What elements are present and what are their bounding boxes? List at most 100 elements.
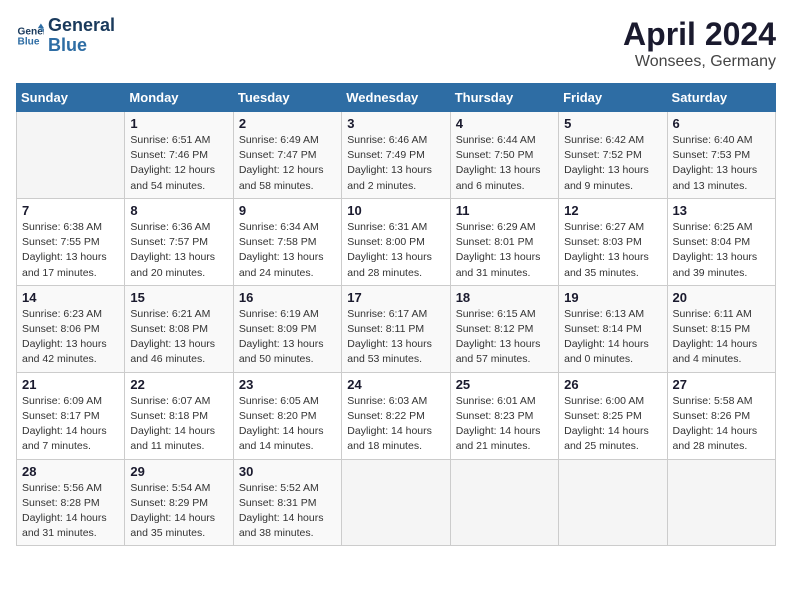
calendar-table: SundayMondayTuesdayWednesdayThursdayFrid… xyxy=(16,83,776,546)
day-cell: 9 Sunrise: 6:34 AM Sunset: 7:58 PM Daylig… xyxy=(233,198,341,285)
day-number: 26 xyxy=(564,377,661,392)
day-cell: 30 Sunrise: 5:52 AM Sunset: 8:31 PM Dayli… xyxy=(233,459,341,546)
day-cell: 20Sunrise: 6:11 AM Sunset: 8:15 PM Dayli… xyxy=(667,285,775,372)
day-cell: 18 Sunrise: 6:15 AM Sunset: 8:12 PM Dayli… xyxy=(450,285,558,372)
day-info: Sunrise: 6:44 AM Sunset: 7:50 PM Dayligh… xyxy=(456,133,553,194)
day-cell: 27 Sunrise: 5:58 AM Sunset: 8:26 PM Dayli… xyxy=(667,372,775,459)
header-row: SundayMondayTuesdayWednesdayThursdayFrid… xyxy=(17,84,776,112)
week-row-1: 1 Sunrise: 6:51 AM Sunset: 7:46 PM Daylig… xyxy=(17,112,776,199)
day-number: 8 xyxy=(130,203,227,218)
day-number: 29 xyxy=(130,464,227,479)
day-info: Sunrise: 6:27 AM Sunset: 8:03 PM Dayligh… xyxy=(564,220,661,281)
calendar-title: April 2024 xyxy=(623,16,776,53)
day-cell: 25Sunrise: 6:01 AM Sunset: 8:23 PM Dayli… xyxy=(450,372,558,459)
day-number: 28 xyxy=(22,464,119,479)
day-number: 15 xyxy=(130,290,227,305)
svg-text:Blue: Blue xyxy=(18,36,40,47)
day-info: Sunrise: 5:54 AM Sunset: 8:29 PM Dayligh… xyxy=(130,481,227,542)
day-info: Sunrise: 6:00 AM Sunset: 8:25 PM Dayligh… xyxy=(564,394,661,455)
day-number: 17 xyxy=(347,290,444,305)
day-number: 22 xyxy=(130,377,227,392)
day-info: Sunrise: 6:21 AM Sunset: 8:08 PM Dayligh… xyxy=(130,307,227,368)
day-number: 3 xyxy=(347,116,444,131)
day-info: Sunrise: 6:17 AM Sunset: 8:11 PM Dayligh… xyxy=(347,307,444,368)
day-cell: 7 Sunrise: 6:38 AM Sunset: 7:55 PM Daylig… xyxy=(17,198,125,285)
calendar-subtitle: Wonsees, Germany xyxy=(623,53,776,71)
day-number: 7 xyxy=(22,203,119,218)
title-block: April 2024 Wonsees, Germany xyxy=(623,16,776,71)
day-cell xyxy=(450,459,558,546)
day-cell: 4 Sunrise: 6:44 AM Sunset: 7:50 PM Daylig… xyxy=(450,112,558,199)
day-cell: 6Sunrise: 6:40 AM Sunset: 7:53 PM Daylig… xyxy=(667,112,775,199)
header-tuesday: Tuesday xyxy=(233,84,341,112)
day-cell xyxy=(667,459,775,546)
week-row-3: 14 Sunrise: 6:23 AM Sunset: 8:06 PM Dayli… xyxy=(17,285,776,372)
day-number: 16 xyxy=(239,290,336,305)
day-cell xyxy=(17,112,125,199)
day-cell xyxy=(559,459,667,546)
day-number: 9 xyxy=(239,203,336,218)
day-cell: 1 Sunrise: 6:51 AM Sunset: 7:46 PM Daylig… xyxy=(125,112,233,199)
logo-text-line1: General xyxy=(48,16,115,36)
week-row-5: 28Sunrise: 5:56 AM Sunset: 8:28 PM Dayli… xyxy=(17,459,776,546)
day-cell: 19 Sunrise: 6:13 AM Sunset: 8:14 PM Dayli… xyxy=(559,285,667,372)
day-info: Sunrise: 6:34 AM Sunset: 7:58 PM Dayligh… xyxy=(239,220,336,281)
day-number: 4 xyxy=(456,116,553,131)
header-wednesday: Wednesday xyxy=(342,84,450,112)
logo-icon: General Blue xyxy=(16,22,44,50)
day-info: Sunrise: 6:07 AM Sunset: 8:18 PM Dayligh… xyxy=(130,394,227,455)
day-cell: 16 Sunrise: 6:19 AM Sunset: 8:09 PM Dayli… xyxy=(233,285,341,372)
day-number: 14 xyxy=(22,290,119,305)
week-row-4: 21Sunrise: 6:09 AM Sunset: 8:17 PM Dayli… xyxy=(17,372,776,459)
header-friday: Friday xyxy=(559,84,667,112)
day-number: 24 xyxy=(347,377,444,392)
logo-text-line2: Blue xyxy=(48,36,115,56)
day-cell: 28Sunrise: 5:56 AM Sunset: 8:28 PM Dayli… xyxy=(17,459,125,546)
day-cell: 8 Sunrise: 6:36 AM Sunset: 7:57 PM Daylig… xyxy=(125,198,233,285)
day-cell: 3 Sunrise: 6:46 AM Sunset: 7:49 PM Daylig… xyxy=(342,112,450,199)
day-info: Sunrise: 6:05 AM Sunset: 8:20 PM Dayligh… xyxy=(239,394,336,455)
day-number: 27 xyxy=(673,377,770,392)
day-number: 13 xyxy=(673,203,770,218)
day-info: Sunrise: 6:29 AM Sunset: 8:01 PM Dayligh… xyxy=(456,220,553,281)
day-number: 25 xyxy=(456,377,553,392)
page-header: General Blue General Blue April 2024 Won… xyxy=(16,16,776,71)
day-cell: 2Sunrise: 6:49 AM Sunset: 7:47 PM Daylig… xyxy=(233,112,341,199)
day-number: 18 xyxy=(456,290,553,305)
day-number: 1 xyxy=(130,116,227,131)
day-cell: 23Sunrise: 6:05 AM Sunset: 8:20 PM Dayli… xyxy=(233,372,341,459)
day-cell xyxy=(342,459,450,546)
header-saturday: Saturday xyxy=(667,84,775,112)
day-info: Sunrise: 6:31 AM Sunset: 8:00 PM Dayligh… xyxy=(347,220,444,281)
day-cell: 13 Sunrise: 6:25 AM Sunset: 8:04 PM Dayli… xyxy=(667,198,775,285)
day-info: Sunrise: 5:58 AM Sunset: 8:26 PM Dayligh… xyxy=(673,394,770,455)
header-monday: Monday xyxy=(125,84,233,112)
day-cell: 5Sunrise: 6:42 AM Sunset: 7:52 PM Daylig… xyxy=(559,112,667,199)
day-info: Sunrise: 6:38 AM Sunset: 7:55 PM Dayligh… xyxy=(22,220,119,281)
day-info: Sunrise: 6:13 AM Sunset: 8:14 PM Dayligh… xyxy=(564,307,661,368)
day-number: 19 xyxy=(564,290,661,305)
day-info: Sunrise: 6:49 AM Sunset: 7:47 PM Dayligh… xyxy=(239,133,336,194)
day-number: 6 xyxy=(673,116,770,131)
day-number: 21 xyxy=(22,377,119,392)
day-cell: 24 Sunrise: 6:03 AM Sunset: 8:22 PM Dayli… xyxy=(342,372,450,459)
day-cell: 17 Sunrise: 6:17 AM Sunset: 8:11 PM Dayli… xyxy=(342,285,450,372)
day-number: 11 xyxy=(456,203,553,218)
day-info: Sunrise: 5:52 AM Sunset: 8:31 PM Dayligh… xyxy=(239,481,336,542)
day-info: Sunrise: 6:03 AM Sunset: 8:22 PM Dayligh… xyxy=(347,394,444,455)
day-info: Sunrise: 6:15 AM Sunset: 8:12 PM Dayligh… xyxy=(456,307,553,368)
day-cell: 29 Sunrise: 5:54 AM Sunset: 8:29 PM Dayli… xyxy=(125,459,233,546)
day-info: Sunrise: 6:23 AM Sunset: 8:06 PM Dayligh… xyxy=(22,307,119,368)
day-number: 10 xyxy=(347,203,444,218)
day-info: Sunrise: 6:25 AM Sunset: 8:04 PM Dayligh… xyxy=(673,220,770,281)
day-cell: 22 Sunrise: 6:07 AM Sunset: 8:18 PM Dayli… xyxy=(125,372,233,459)
day-cell: 21Sunrise: 6:09 AM Sunset: 8:17 PM Dayli… xyxy=(17,372,125,459)
day-info: Sunrise: 6:42 AM Sunset: 7:52 PM Dayligh… xyxy=(564,133,661,194)
day-number: 30 xyxy=(239,464,336,479)
day-cell: 15 Sunrise: 6:21 AM Sunset: 8:08 PM Dayli… xyxy=(125,285,233,372)
day-info: Sunrise: 6:46 AM Sunset: 7:49 PM Dayligh… xyxy=(347,133,444,194)
day-info: Sunrise: 6:36 AM Sunset: 7:57 PM Dayligh… xyxy=(130,220,227,281)
logo: General Blue General Blue xyxy=(16,16,115,56)
day-info: Sunrise: 6:51 AM Sunset: 7:46 PM Dayligh… xyxy=(130,133,227,194)
day-info: Sunrise: 6:19 AM Sunset: 8:09 PM Dayligh… xyxy=(239,307,336,368)
